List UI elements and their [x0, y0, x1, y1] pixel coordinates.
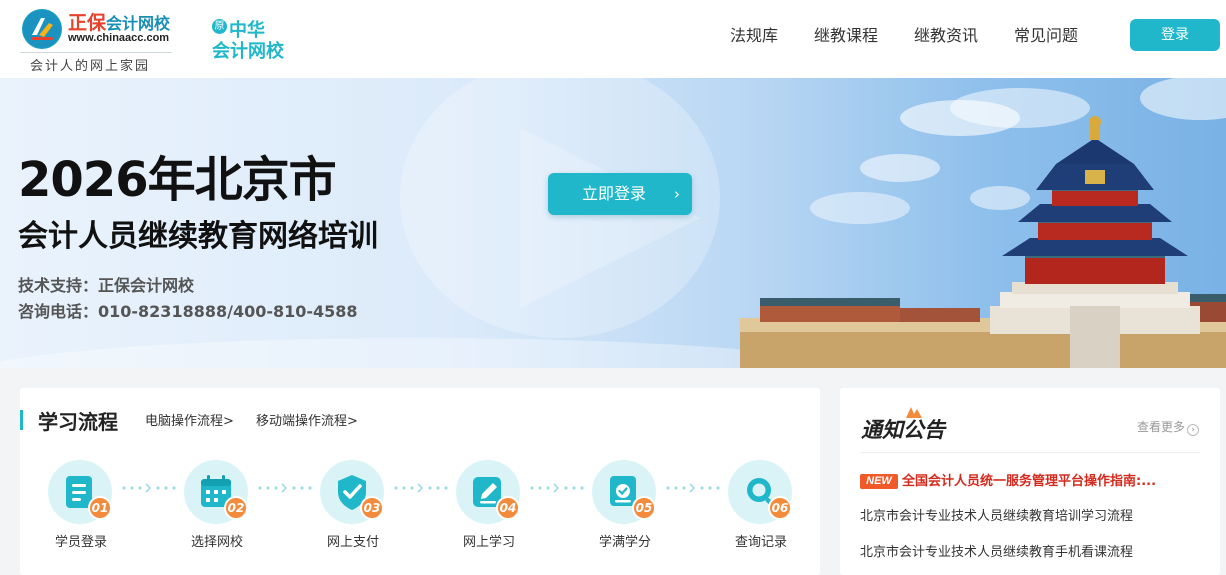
main-nav: 法规库 继教课程 继教资讯 常见问题 [712, 24, 1096, 48]
notice-item-text: 全国会计人员统一服务管理平台操作指南:... [902, 474, 1157, 489]
logo-divider [20, 52, 172, 53]
step-label: 网上支付 [326, 535, 379, 550]
nav-regulations[interactable]: 法规库 [730, 24, 778, 48]
mobile-guide-link[interactable]: 移动端操作流程> [256, 410, 358, 429]
brand-line2: 会计网校 [212, 41, 284, 62]
step-label: 查询记录 [734, 535, 787, 550]
nav-courses[interactable]: 继教课程 [814, 24, 878, 48]
process-step[interactable]: 03 网上支付 [320, 460, 386, 560]
step-number: 04 [496, 496, 520, 520]
login-now-button[interactable]: 立即登录 › [548, 173, 692, 215]
step-number: 03 [360, 496, 384, 520]
brand-badge: 原 [212, 19, 227, 34]
chevron-right-icon: › [1187, 424, 1200, 436]
step-number: 06 [768, 496, 792, 520]
zhonghua-brand[interactable]: 原 中华 会计网校 [212, 16, 302, 62]
step-label: 学满学分 [598, 535, 651, 550]
step-number: 02 [224, 496, 248, 520]
hero-banner: 2026年北京市 会计人员继续教育网络培训 技术支持：正保会计网校 咨询电话：0… [0, 78, 1226, 368]
study-process-panel: 学习流程 电脑操作流程> 移动端操作流程> 01 学员登录 02 选择网校 03… [20, 388, 820, 575]
new-badge: NEW [860, 474, 898, 489]
logo-title: 正保会计网校 [68, 12, 171, 34]
top-header: 正保会计网校 www.chinaacc.com 会计人的网上家园 原 中华 会计… [0, 0, 1226, 78]
view-more-link[interactable]: 查看更多 › [1137, 418, 1200, 436]
dotted-arrow-icon [666, 483, 720, 493]
login-now-label: 立即登录 [582, 184, 647, 203]
banner-support: 技术支持：正保会计网校 [18, 276, 195, 295]
dotted-arrow-icon [122, 483, 176, 493]
step-number: 01 [88, 496, 112, 520]
step-label: 选择网校 [190, 535, 243, 550]
notice-item[interactable]: 北京市会计专业技术人员继续教育培训学习流程 [860, 505, 1190, 524]
step-label: 学员登录 [54, 535, 107, 550]
process-step[interactable]: 04 网上学习 [456, 460, 522, 560]
logo-emblem-icon [22, 9, 62, 49]
dotted-arrow-icon [530, 483, 584, 493]
notice-item[interactable]: 北京市会计专业技术人员继续教育手机看课流程 [860, 541, 1190, 560]
view-more-label: 查看更多 [1137, 420, 1186, 434]
banner-title: 2026年北京市 [18, 152, 337, 208]
temple-of-heaven-image [740, 116, 1226, 368]
process-step[interactable]: 01 学员登录 [48, 460, 114, 560]
logo-slogan: 会计人的网上家园 [30, 59, 151, 74]
dotted-arrow-icon [258, 483, 312, 493]
banner-subtitle: 会计人员继续教育网络培训 [18, 219, 378, 254]
nav-faq[interactable]: 常见问题 [1014, 24, 1078, 48]
banner-phone: 咨询电话：010-82318888/400-810-4588 [18, 302, 358, 321]
study-process-title: 学习流程 [38, 410, 118, 434]
nav-news[interactable]: 继教资讯 [914, 24, 978, 48]
dotted-arrow-icon [394, 483, 448, 493]
notice-panel: 通知公告 查看更多 › NEW 全国会计人员统一服务管理平台操作指南:... 北京市… [840, 388, 1220, 575]
chevron-right-icon: › [674, 185, 680, 203]
process-step[interactable]: 02 选择网校 [184, 460, 250, 560]
chinaacc-logo[interactable]: 正保会计网校 www.chinaacc.com 会计人的网上家园 [20, 8, 180, 74]
login-button[interactable]: 登录 [1130, 19, 1220, 51]
process-step[interactable]: 06 查询记录 [728, 460, 794, 560]
step-number: 05 [632, 496, 656, 520]
pc-guide-link[interactable]: 电脑操作流程> [145, 410, 234, 429]
notice-item[interactable]: NEW 全国会计人员统一服务管理平台操作指南:... [860, 470, 1190, 489]
notice-divider [860, 452, 1200, 453]
notice-title: 通知公告 [861, 417, 945, 442]
logo-url: www.chinaacc.com [68, 32, 170, 44]
process-step[interactable]: 05 学满学分 [592, 460, 658, 560]
section-accent-bar [20, 410, 23, 430]
step-label: 网上学习 [462, 535, 515, 550]
